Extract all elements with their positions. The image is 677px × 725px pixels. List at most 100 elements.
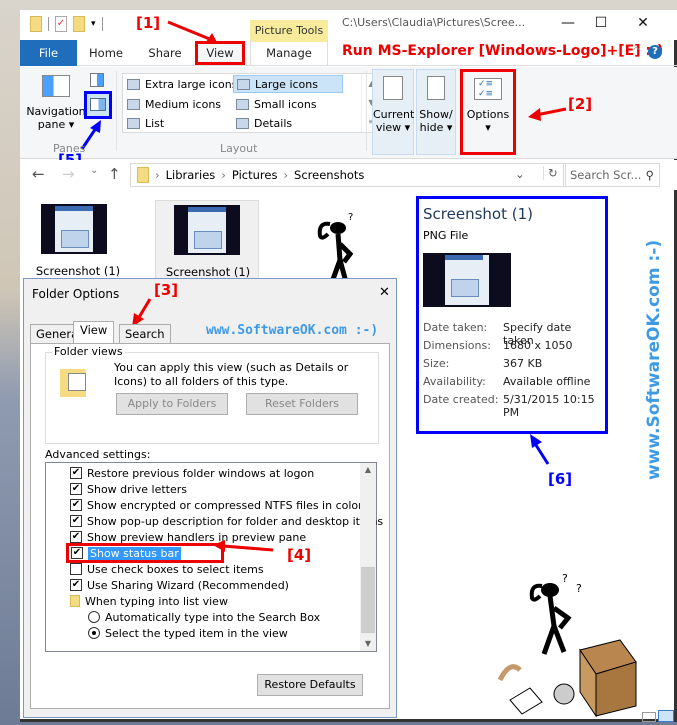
folder-views-description: You can apply this view (such as Details… <box>114 361 349 388</box>
layout-list[interactable]: List <box>124 114 167 132</box>
maximize-button[interactable]: ☐ <box>586 12 616 34</box>
address-bar[interactable]: › Libraries › Pictures › Screenshots ⌄ ↻ <box>130 163 566 187</box>
breadcrumb-libraries[interactable]: Libraries <box>166 168 216 182</box>
scrollbar-thumb[interactable] <box>361 567 375 633</box>
folder-icon <box>137 167 149 183</box>
checkbox-checked[interactable]: ✔ <box>71 547 83 559</box>
checkbox-checked[interactable]: ✔ <box>70 531 82 543</box>
prop-availability: Available offline <box>503 375 591 388</box>
preview-pane-icon[interactable] <box>90 73 104 87</box>
file-item-selected[interactable]: Screenshot (1) <box>155 200 259 280</box>
group-divider <box>366 71 367 151</box>
svg-text:?: ? <box>576 582 582 595</box>
apply-to-folders-button[interactable]: Apply to Folders <box>116 393 228 415</box>
prop-label: Dimensions: <box>423 339 491 352</box>
setting-row[interactable]: ✔ Restore previous folder windows at logo… <box>70 465 314 481</box>
layout-large-icons[interactable]: Large icons <box>233 75 343 93</box>
chevron-right-icon: › <box>283 168 289 182</box>
tab-view-active[interactable]: View <box>73 321 115 343</box>
customize-qat-icon[interactable]: ▾ <box>91 19 96 29</box>
checkbox-checked[interactable]: ✔ <box>70 467 82 479</box>
options-button[interactable]: ✓≡ ✓≡ Options ▾ <box>460 69 516 155</box>
setting-row[interactable]: Use check boxes to select items <box>70 561 264 577</box>
setting-row[interactable]: ✔ Show pop-up description for folder and … <box>70 513 383 529</box>
layout-medium-icons[interactable]: Medium icons <box>124 95 224 113</box>
layout-extra-large-icons[interactable]: Extra large icons <box>124 75 240 93</box>
title-bar: ✓ ▾ [1] C:\Users\Claudia\Pictures\Scree.… <box>20 10 677 44</box>
current-view-icon <box>383 76 403 100</box>
tab-manage[interactable]: Manage <box>250 40 328 66</box>
restore-defaults-button[interactable]: Restore Defaults <box>257 674 363 696</box>
details-view-icon[interactable] <box>642 712 656 722</box>
forward-button[interactable]: → <box>62 165 75 183</box>
checkbox-checked[interactable]: ✔ <box>70 483 82 495</box>
collapse-ribbon-icon[interactable]: ^ <box>632 46 640 57</box>
recent-locations-button[interactable]: ⌄ <box>90 165 98 176</box>
tab-view[interactable]: View <box>195 41 245 65</box>
advanced-settings-scrollbar[interactable]: ▲ ▼ <box>360 463 376 651</box>
search-input[interactable]: Search Scr... ⚲ <box>563 163 660 187</box>
prop-label: Date taken: <box>423 321 488 334</box>
checkbox-checked[interactable]: ✔ <box>70 515 82 527</box>
show-hide-button[interactable]: Show/ hide ▾ <box>416 69 456 155</box>
breadcrumb-screenshots[interactable]: Screenshots <box>294 168 364 182</box>
minimize-button[interactable]: — <box>553 12 583 34</box>
details-pane: Screenshot (1) PNG File Date taken: Spec… <box>416 196 608 434</box>
advanced-settings-label: Advanced settings: <box>45 448 151 461</box>
search-icon: ⚲ <box>645 168 654 182</box>
dialog-close-button[interactable]: ✕ <box>379 285 390 300</box>
prop-label: Date created: <box>423 393 499 406</box>
breadcrumb-pictures[interactable]: Pictures <box>232 168 278 182</box>
radio-selected[interactable] <box>88 627 100 639</box>
medium-icons-icon <box>127 98 140 110</box>
address-dropdown-button[interactable]: ⌄ <box>515 167 525 181</box>
tab-share[interactable]: Share <box>140 40 190 66</box>
tab-search[interactable]: Search <box>119 324 171 344</box>
setting-row[interactable]: ✔ Show encrypted or compressed NTFS files… <box>70 497 363 513</box>
dialog-title: Folder Options <box>32 287 120 301</box>
up-button[interactable]: ↑ <box>108 165 121 183</box>
annotation-6: [6] <box>548 470 573 488</box>
large-icons-icon <box>237 78 250 90</box>
help-icon[interactable]: ? <box>648 45 662 59</box>
refresh-button[interactable]: ↻ <box>543 166 558 180</box>
back-button[interactable]: ← <box>32 165 45 183</box>
setting-row[interactable]: ✔ Use Sharing Wizard (Recommended) <box>70 577 289 593</box>
folder-icon[interactable] <box>30 16 42 32</box>
scroll-down-icon[interactable]: ▼ <box>360 637 376 651</box>
large-icons-view-icon[interactable] <box>658 710 674 722</box>
checkbox-checked[interactable]: ✔ <box>70 579 82 591</box>
group-divider <box>116 71 117 151</box>
annotation-arrow-4 <box>213 540 274 552</box>
setting-row[interactable]: ✔ Show drive letters <box>70 481 187 497</box>
reset-folders-button[interactable]: Reset Folders <box>246 393 358 415</box>
details-pane-button[interactable] <box>84 91 112 119</box>
picture-tools-context: Picture Tools <box>250 20 328 42</box>
annotation-2: [2] <box>568 95 593 113</box>
setting-row[interactable]: Select the typed item in the view <box>88 625 288 641</box>
tab-home[interactable]: Home <box>80 40 132 66</box>
checkbox-unchecked[interactable] <box>70 563 82 575</box>
file-item[interactable]: Screenshot (1) <box>30 200 130 280</box>
properties-icon[interactable]: ✓ <box>55 16 67 32</box>
close-button[interactable]: ✕ <box>628 12 658 34</box>
navigation-pane-icon <box>42 75 70 97</box>
details-pane-icon <box>90 98 106 111</box>
softwareok-watermark-vertical: www.SoftwareOK.com :-) <box>644 239 664 481</box>
setting-row-show-status-bar[interactable]: ✔ Show status bar <box>66 543 224 563</box>
extra-large-icons-icon <box>127 78 140 90</box>
softwareok-watermark: www.SoftwareOK.com :-) <box>206 323 379 338</box>
checkbox-checked[interactable]: ✔ <box>70 499 82 511</box>
tab-file[interactable]: File <box>20 40 77 66</box>
advanced-settings-list: ✔ Restore previous folder windows at logo… <box>45 462 383 652</box>
new-folder-icon[interactable] <box>73 16 85 32</box>
layout-details[interactable]: Details <box>233 114 295 132</box>
svg-text:?: ? <box>562 572 568 585</box>
layout-gallery: Extra large icons Large icons Medium ico… <box>122 73 382 133</box>
radio-unselected[interactable] <box>88 611 100 623</box>
layout-small-icons[interactable]: Small icons <box>233 95 320 113</box>
scroll-up-icon[interactable]: ▲ <box>360 463 376 477</box>
setting-row[interactable]: Automatically type into the Search Box <box>88 609 320 625</box>
window-path: C:\Users\Claudia\Pictures\Scree... <box>342 16 526 29</box>
current-view-button[interactable]: Current view ▾ <box>372 69 414 155</box>
